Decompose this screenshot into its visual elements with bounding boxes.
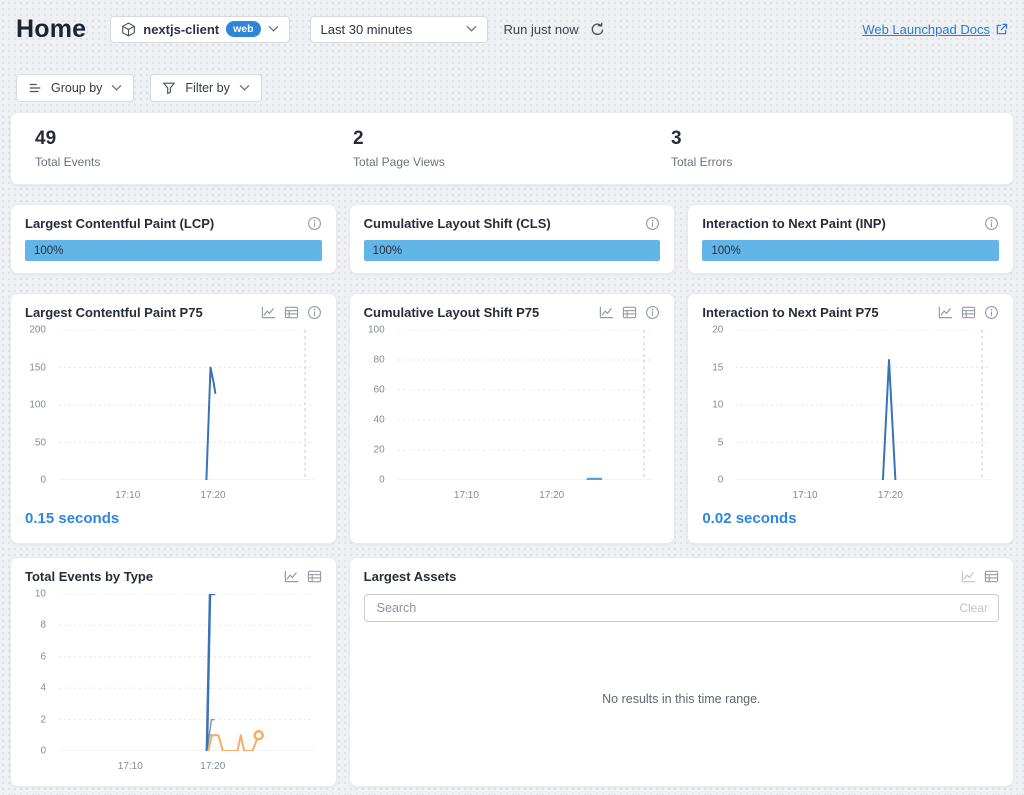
assets-title: Largest Assets (364, 569, 961, 584)
search-input[interactable] (375, 600, 960, 616)
stat-label: Total Events (35, 155, 353, 169)
empty-state-message: No results in this time range. (364, 622, 999, 775)
chart-title: Interaction to Next Paint P75 (702, 305, 938, 320)
query-toolbar: Group by Filter by (16, 74, 1008, 102)
table-icon[interactable] (961, 305, 976, 320)
chart-card-inp-p75: Interaction to Next Paint P75 (687, 293, 1014, 544)
group-by-label: Group by (51, 81, 102, 95)
chart-summary-value: 0.02 seconds (702, 510, 999, 527)
filter-by-label: Filter by (185, 81, 229, 95)
chevron-down-icon (111, 84, 122, 92)
stat-value: 3 (671, 128, 989, 150)
vital-score-bar: 100% (364, 240, 661, 261)
docs-link-label: Web Launchpad Docs (862, 22, 990, 37)
chart-plot-area[interactable] (736, 330, 991, 480)
vital-card-lcp: Largest Contentful Paint (LCP) 100% (10, 204, 337, 274)
run-status-text: Run just now (504, 22, 579, 37)
filter-icon (162, 81, 176, 95)
time-range-selector[interactable]: Last 30 minutes (310, 16, 488, 43)
docs-link[interactable]: Web Launchpad Docs (862, 22, 1008, 37)
stats-summary-card: 49 Total Events 2 Total Page Views 3 Tot… (10, 112, 1014, 185)
stat-total-events: 49 Total Events (35, 128, 353, 169)
y-axis-labels: 050100150200 (25, 330, 55, 480)
vital-title: Largest Contentful Paint (LCP) (25, 216, 307, 231)
info-icon[interactable] (307, 305, 322, 320)
table-icon[interactable] (622, 305, 637, 320)
group-by-button[interactable]: Group by (16, 74, 134, 102)
info-icon[interactable] (984, 305, 999, 320)
chart-card-lcp-p75: Largest Contentful Paint P75 (10, 293, 337, 544)
bottom-row: Total Events by Type (10, 557, 1014, 787)
time-range-value: Last 30 minutes (321, 22, 413, 37)
info-icon[interactable] (645, 216, 660, 231)
group-by-icon (28, 81, 42, 95)
chevron-down-icon (466, 25, 477, 33)
lcp-p75-chart: 050100150200 17:1017:20 (25, 324, 322, 502)
info-icon[interactable] (307, 216, 322, 231)
page-header: Home nextjs-client web Last 30 minutes (16, 14, 1008, 44)
filter-by-button[interactable]: Filter by (150, 74, 261, 102)
vitals-row: Largest Contentful Paint (LCP) 100% Cumu… (10, 204, 1014, 274)
project-selector[interactable]: nextjs-client web (110, 16, 289, 43)
chart-plot-area[interactable] (59, 330, 314, 480)
clear-button[interactable]: Clear (959, 601, 988, 615)
stat-total-page-views: 2 Total Page Views (353, 128, 671, 169)
table-icon[interactable] (307, 569, 322, 584)
stat-total-errors: 3 Total Errors (671, 128, 989, 169)
x-axis-labels: 17:1017:20 (398, 488, 653, 502)
chart-title: Cumulative Layout Shift P75 (364, 305, 600, 320)
external-link-icon (995, 23, 1008, 36)
cls-p75-chart: 020406080100 17:1017:20 (364, 324, 661, 502)
chart-card-cls-p75: Cumulative Layout Shift P75 (349, 293, 676, 544)
x-axis-labels: 17:1017:20 (59, 488, 314, 502)
y-axis-labels: 020406080100 (364, 330, 394, 480)
vital-score-bar: 100% (25, 240, 322, 261)
y-axis-labels: 05101520 (702, 330, 732, 480)
info-icon[interactable] (645, 305, 660, 320)
chart-plot-area[interactable] (59, 594, 314, 751)
line-chart-icon[interactable] (961, 569, 976, 584)
largest-assets-card: Largest Assets (349, 557, 1014, 787)
vital-score-bar: 100% (702, 240, 999, 261)
stat-value: 49 (35, 128, 353, 150)
events-by-type-chart: 0246810 17:1017:20 (25, 588, 322, 773)
stat-label: Total Errors (671, 155, 989, 169)
chevron-down-icon (268, 25, 279, 33)
p75-charts-row: Largest Contentful Paint P75 (10, 293, 1014, 544)
x-axis-labels: 17:1017:20 (59, 759, 314, 773)
vital-card-cls: Cumulative Layout Shift (CLS) 100% (349, 204, 676, 274)
assets-search-box: Clear (364, 594, 999, 622)
refresh-icon[interactable] (590, 22, 605, 37)
x-axis-labels: 17:1017:20 (736, 488, 991, 502)
inp-p75-chart: 05101520 17:1017:20 (702, 324, 999, 502)
cube-icon (121, 22, 136, 37)
chart-card-events-by-type: Total Events by Type (10, 557, 337, 787)
project-name: nextjs-client (143, 22, 219, 37)
page-title: Home (16, 15, 86, 44)
chart-title: Largest Contentful Paint P75 (25, 305, 261, 320)
chart-summary-value: 0.15 seconds (25, 510, 322, 527)
table-icon[interactable] (984, 569, 999, 584)
chevron-down-icon (239, 84, 250, 92)
vital-card-inp: Interaction to Next Paint (INP) 100% (687, 204, 1014, 274)
vital-title: Cumulative Layout Shift (CLS) (364, 216, 646, 231)
vital-percent: 100% (373, 245, 402, 257)
y-axis-labels: 0246810 (25, 594, 55, 751)
project-type-badge: web (226, 21, 260, 37)
line-chart-icon[interactable] (261, 305, 276, 320)
vital-title: Interaction to Next Paint (INP) (702, 216, 984, 231)
stat-label: Total Page Views (353, 155, 671, 169)
launchpad-page: Home nextjs-client web Last 30 minutes (0, 0, 1024, 795)
info-icon[interactable] (984, 216, 999, 231)
chart-plot-area[interactable] (398, 330, 653, 480)
vital-percent: 100% (711, 245, 740, 257)
line-chart-icon[interactable] (284, 569, 299, 584)
line-chart-icon[interactable] (599, 305, 614, 320)
chart-title: Total Events by Type (25, 569, 284, 584)
table-icon[interactable] (284, 305, 299, 320)
stat-value: 2 (353, 128, 671, 150)
vital-percent: 100% (34, 245, 63, 257)
line-chart-icon[interactable] (938, 305, 953, 320)
